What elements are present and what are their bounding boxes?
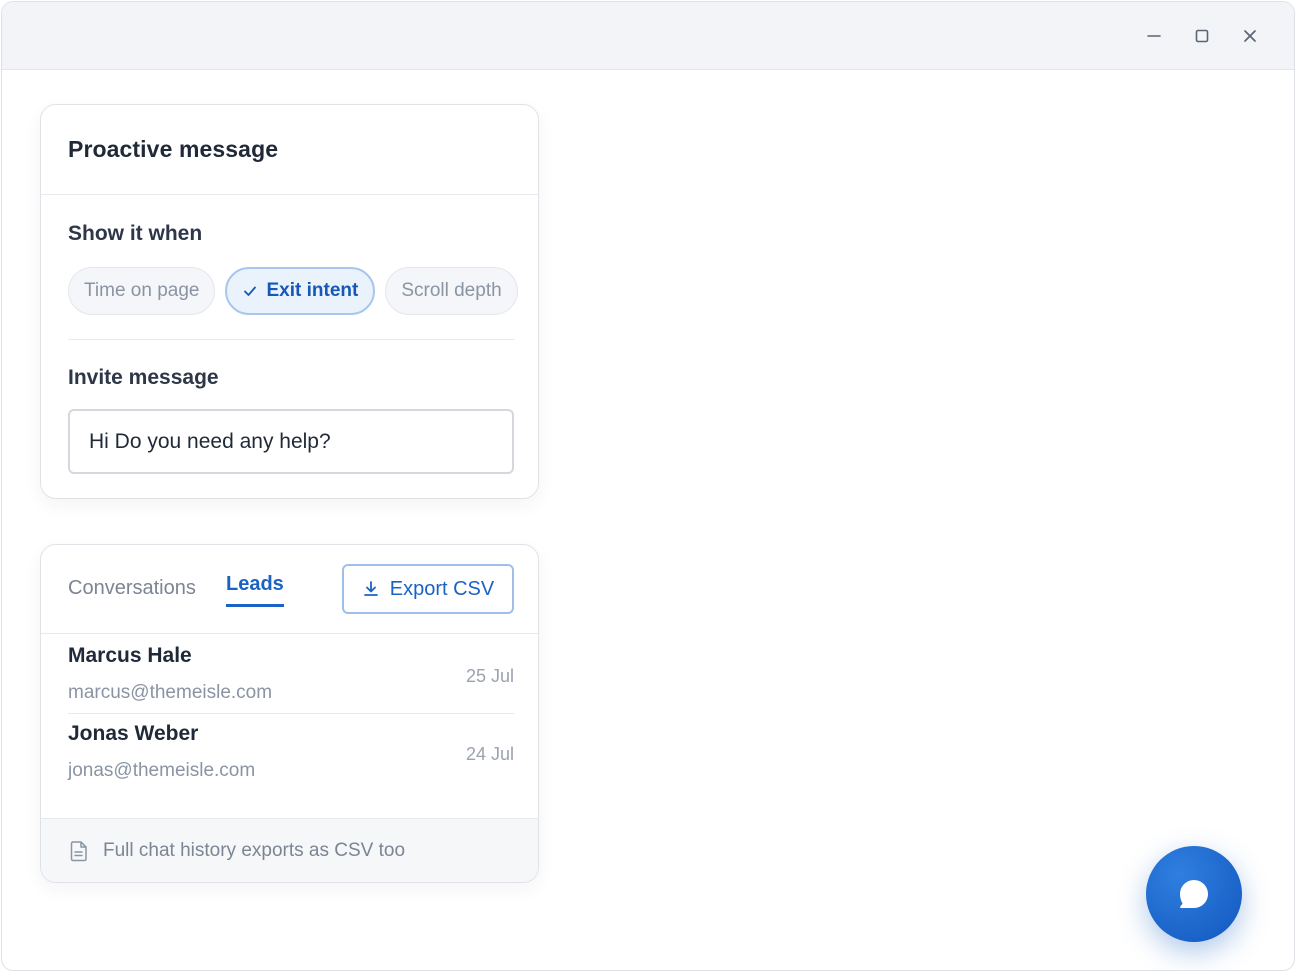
lead-name: Marcus Hale: [68, 644, 192, 667]
leads-card-footer: Full chat history exports as CSV too: [41, 818, 538, 882]
lead-email: marcus@themeisle.com: [68, 682, 273, 703]
export-csv-button[interactable]: Export CSV: [342, 564, 514, 614]
tab-leads[interactable]: Leads: [226, 573, 284, 607]
export-csv-label: Export CSV: [389, 577, 495, 600]
chip-scroll-depth[interactable]: Scroll depth: [385, 267, 518, 315]
maximize-icon: [1195, 29, 1209, 43]
proactive-card-title: Proactive message: [68, 136, 279, 162]
invite-message-label: Invite message: [68, 366, 219, 389]
close-button[interactable]: [1238, 24, 1262, 48]
footer-note: Full chat history exports as CSV too: [103, 839, 406, 861]
minimize-button[interactable]: [1142, 24, 1166, 48]
lead-row[interactable]: Marcus Hale marcus@themeisle.com 25 Jul: [68, 636, 514, 714]
leads-tabs-bar: Conversations Leads Export CSV: [41, 545, 538, 634]
tab-conversations[interactable]: Conversations: [68, 577, 196, 600]
chip-label: Time on page: [84, 280, 200, 301]
trigger-chip-group: Time on page Exit intent Scroll depth: [68, 267, 518, 315]
proactive-message-card: Proactive message Show it when Time on p…: [40, 104, 539, 499]
chip-label: Scroll depth: [401, 280, 502, 301]
app-window: Proactive message Show it when Time on p…: [1, 1, 1295, 971]
title-bar: [2, 2, 1294, 70]
chat-bubble-icon: [1180, 880, 1208, 908]
chat-launcher-button[interactable]: [1146, 846, 1242, 942]
close-icon: [1244, 30, 1256, 42]
lead-row[interactable]: Jonas Weber jonas@themeisle.com 24 Jul: [68, 713, 514, 791]
lead-name: Jonas Weber: [68, 722, 199, 745]
lead-date: 25 Jul: [465, 666, 514, 686]
leads-card: Conversations Leads Export CSV Marcus Ha…: [40, 544, 539, 883]
document-icon: [70, 840, 87, 861]
download-icon: [363, 581, 378, 596]
show-it-when-label: Show it when: [68, 222, 203, 245]
maximize-button[interactable]: [1190, 24, 1214, 48]
invite-message-input[interactable]: [68, 409, 514, 474]
chip-exit-intent[interactable]: Exit intent: [225, 267, 376, 315]
check-icon: [244, 286, 257, 296]
lead-email: jonas@themeisle.com: [68, 760, 256, 781]
section-divider: [68, 339, 514, 340]
minimize-icon: [1147, 35, 1161, 37]
lead-date: 24 Jul: [465, 744, 514, 764]
proactive-card-header: Proactive message: [41, 105, 538, 195]
chip-time-on-page[interactable]: Time on page: [68, 267, 216, 315]
chip-label: Exit intent: [266, 280, 359, 301]
